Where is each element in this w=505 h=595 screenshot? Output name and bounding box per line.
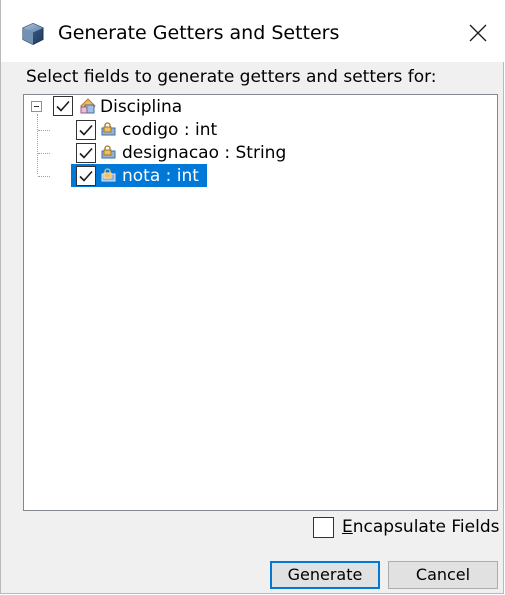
- checkmark-icon: [79, 124, 93, 136]
- checkmark-icon: [56, 100, 70, 112]
- generate-button[interactable]: Generate: [270, 561, 380, 589]
- encapsulate-label-text: ncapsulate Fields: [352, 517, 500, 537]
- tree-connector-line: [38, 130, 50, 131]
- tree-field-label[interactable]: designacao : String: [120, 142, 288, 164]
- field-icon: [101, 122, 116, 136]
- encapsulate-fields-label[interactable]: Encapsulate Fields: [342, 516, 499, 538]
- close-icon[interactable]: [461, 16, 495, 50]
- tree-field-label-selected[interactable]: nota : int: [120, 165, 201, 187]
- checkmark-icon: [79, 147, 93, 159]
- field-checkbox-nota-overlay[interactable]: [76, 166, 96, 186]
- field-checkbox-designacao[interactable]: [76, 143, 96, 163]
- encapsulate-fields-checkbox[interactable]: [313, 517, 334, 538]
- root-checkbox[interactable]: [53, 96, 73, 116]
- field-checkbox-codigo[interactable]: [76, 120, 96, 140]
- tree-field-label[interactable]: codigo : int: [120, 119, 219, 141]
- tree-root-label[interactable]: Disciplina: [98, 96, 184, 118]
- cube-icon: [22, 22, 44, 46]
- checkmark-icon: [79, 170, 93, 182]
- cancel-button[interactable]: Cancel: [388, 561, 498, 589]
- instruction-label: Select fields to generate getters and se…: [26, 67, 437, 87]
- tree-connector-line: [38, 176, 50, 177]
- collapse-toggle[interactable]: [31, 101, 42, 112]
- title-bar[interactable]: Generate Getters and Setters: [1, 0, 504, 62]
- generate-getters-setters-dialog: Generate Getters and Setters Select fiel…: [0, 0, 504, 594]
- class-icon: [80, 98, 96, 114]
- encapsulate-mnemonic: E: [342, 517, 353, 537]
- tree-connector-line: [38, 153, 50, 154]
- field-icon: [101, 145, 116, 159]
- tree-connector-line: [37, 114, 38, 174]
- dialog-title: Generate Getters and Setters: [58, 22, 340, 44]
- field-icon: [101, 168, 116, 182]
